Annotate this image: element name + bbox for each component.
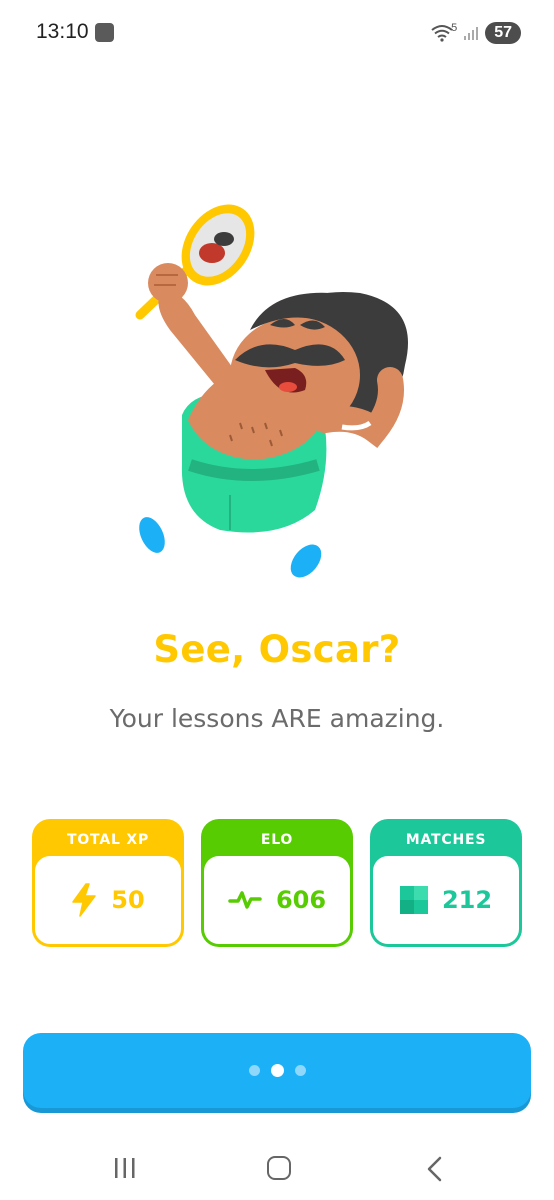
- stat-label: TOTAL XP: [67, 832, 149, 848]
- character-with-mirror-illustration: [120, 165, 440, 595]
- stat-body: 606: [204, 856, 350, 944]
- stat-label: MATCHES: [405, 832, 487, 848]
- loading-dot: [248, 1065, 260, 1076]
- stat-card-elo: ELO 606: [201, 819, 353, 947]
- stat-value: 606: [275, 886, 327, 914]
- loading-dot: [294, 1065, 306, 1076]
- celebration-subtext: Your lessons ARE amazing.: [109, 704, 445, 733]
- loading-dot: [270, 1064, 284, 1077]
- stat-label: ELO: [260, 832, 294, 848]
- back-icon[interactable]: [425, 1156, 445, 1182]
- battery-indicator: 57: [485, 22, 521, 44]
- status-bar: 13:10 5 57: [0, 0, 554, 66]
- stat-body: 212: [373, 856, 519, 944]
- notification-app-icon: [95, 23, 114, 42]
- wifi-badge: 5: [451, 22, 458, 34]
- home-icon[interactable]: [267, 1156, 291, 1180]
- signal-icon: [464, 27, 479, 40]
- status-indicators: 5 57: [431, 20, 521, 46]
- stat-value: 50: [111, 886, 145, 914]
- wifi-icon: [431, 25, 453, 42]
- lightning-bolt-icon: [72, 883, 97, 917]
- stat-value: 212: [441, 886, 493, 914]
- continue-button[interactable]: [23, 1033, 531, 1108]
- status-time: 13:10: [36, 20, 89, 43]
- recents-icon[interactable]: [113, 1157, 137, 1179]
- system-nav-bar: [0, 1140, 554, 1200]
- grid-square-icon: [399, 886, 428, 914]
- activity-pulse-icon: [228, 891, 262, 909]
- stat-body: 50: [35, 856, 181, 944]
- stat-card-matches: MATCHES 212: [370, 819, 522, 947]
- stat-card-total-xp: TOTAL XP 50: [32, 819, 184, 947]
- stats-row: TOTAL XP 50 ELO 606 MATCHES 212: [32, 819, 522, 947]
- celebration-headline: See, Oscar?: [153, 628, 401, 671]
